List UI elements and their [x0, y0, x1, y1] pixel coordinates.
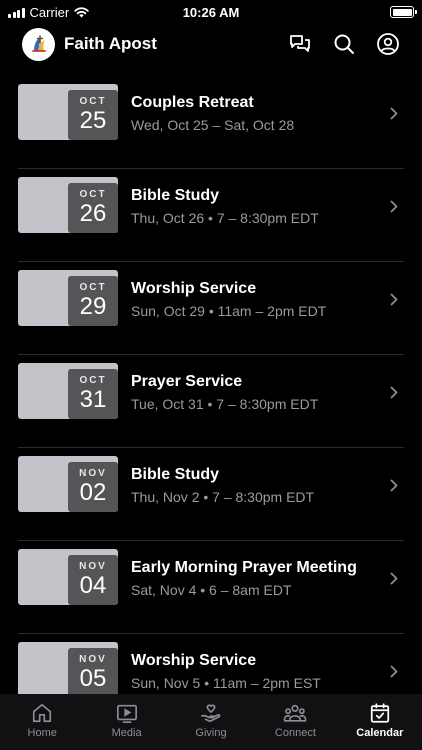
home-icon — [33, 703, 52, 723]
messages-icon[interactable] — [288, 32, 312, 56]
event-day: 31 — [79, 386, 107, 413]
logo-emblem-icon — [26, 32, 51, 56]
status-bar: Carrier 10:26 AM — [0, 0, 422, 24]
event-subtitle: Thu, Oct 26 • 7 – 8:30pm EDT — [131, 210, 319, 226]
event-title: Couples Retreat — [131, 94, 254, 111]
event-title: Early Morning Prayer Meeting — [131, 559, 357, 576]
tab-label-giving: Giving — [195, 727, 227, 739]
date-badge: OCT 29 — [68, 276, 118, 326]
chevron-right-icon — [390, 665, 398, 678]
tab-label-calendar: Calendar — [356, 727, 404, 739]
tab-calendar[interactable]: Calendar — [338, 694, 422, 750]
chevron-right-icon — [390, 107, 398, 120]
play-icon — [116, 704, 137, 723]
tab-label-media: Media — [111, 727, 142, 739]
event-day: 02 — [79, 479, 107, 506]
chevron-right-icon — [390, 572, 398, 585]
event-day: 26 — [79, 200, 107, 227]
event-text: Prayer Service Tue, Oct 31 • 7 – 8:30pm … — [131, 372, 382, 413]
tab-bar: Home Media Giving Connect Calendar — [0, 694, 422, 750]
wifi-icon — [74, 6, 89, 17]
event-row[interactable]: OCT 29 Worship Service Sun, Oct 29 • 11a… — [0, 262, 422, 355]
event-title: Worship Service — [131, 280, 257, 297]
status-left: Carrier — [8, 5, 89, 20]
tab-connect[interactable]: Connect — [253, 694, 337, 750]
chevron-right-icon — [390, 200, 398, 213]
event-text: Bible Study Thu, Nov 2 • 7 – 8:30pm EDT — [131, 465, 382, 506]
app-title: Faith Apost — [64, 34, 157, 53]
event-subtitle: Thu, Nov 2 • 7 – 8:30pm EDT — [131, 489, 315, 505]
giving-hand-icon — [201, 704, 221, 723]
event-subtitle: Sun, Oct 29 • 11am – 2pm EDT — [131, 303, 327, 319]
tab-giving[interactable]: Giving — [169, 694, 253, 750]
chevron-right-icon — [390, 386, 398, 399]
date-badge: NOV 05 — [68, 648, 118, 698]
tab-media[interactable]: Media — [84, 694, 168, 750]
tab-home[interactable]: Home — [0, 694, 84, 750]
date-badge: OCT 26 — [68, 183, 118, 233]
signal-icon — [8, 7, 25, 18]
event-row[interactable]: OCT 25 Couples Retreat Wed, Oct 25 – Sat… — [0, 76, 422, 169]
app-header: Faith Apost — [0, 24, 422, 64]
tab-label-home: Home — [27, 727, 57, 739]
people-icon — [284, 704, 307, 722]
date-badge: NOV 02 — [68, 462, 118, 512]
profile-icon[interactable] — [376, 32, 400, 56]
event-row[interactable]: NOV 04 Early Morning Prayer Meeting Sat,… — [0, 541, 422, 634]
date-badge: NOV 04 — [68, 555, 118, 605]
event-text: Worship Service Sun, Oct 29 • 11am – 2pm… — [131, 279, 382, 320]
event-text: Couples Retreat Wed, Oct 25 – Sat, Oct 2… — [131, 93, 382, 134]
calendar-icon — [370, 703, 389, 723]
chevron-right-icon — [390, 293, 398, 306]
event-title: Prayer Service — [131, 373, 243, 390]
event-text: Worship Service Sun, Nov 5 • 11am – 2pm … — [131, 651, 382, 692]
date-badge: OCT 25 — [68, 90, 118, 140]
header-actions — [288, 32, 400, 56]
church-logo[interactable] — [22, 27, 55, 61]
event-row[interactable]: NOV 02 Bible Study Thu, Nov 2 • 7 – 8:30… — [0, 448, 422, 541]
event-title: Worship Service — [131, 652, 257, 669]
event-day: 29 — [79, 293, 107, 320]
app-screen: Carrier 10:26 AM Faith Apost OCT 25 Coup… — [0, 0, 422, 750]
search-icon[interactable] — [332, 32, 356, 56]
carrier-label: Carrier — [29, 4, 70, 20]
date-badge: OCT 31 — [68, 369, 118, 419]
event-title: Bible Study — [131, 466, 220, 483]
event-text: Early Morning Prayer Meeting Sat, Nov 4 … — [131, 558, 382, 599]
event-text: Bible Study Thu, Oct 26 • 7 – 8:30pm EDT — [131, 186, 382, 227]
event-list: OCT 25 Couples Retreat Wed, Oct 25 – Sat… — [0, 76, 422, 727]
event-subtitle: Tue, Oct 31 • 7 – 8:30pm EDT — [131, 396, 319, 412]
event-day: 04 — [79, 572, 107, 599]
event-subtitle: Sun, Nov 5 • 11am – 2pm EST — [131, 675, 321, 691]
event-row[interactable]: OCT 26 Bible Study Thu, Oct 26 • 7 – 8:3… — [0, 169, 422, 262]
chevron-right-icon — [390, 479, 398, 492]
battery-icon — [390, 6, 417, 18]
event-row[interactable]: OCT 31 Prayer Service Tue, Oct 31 • 7 – … — [0, 355, 422, 448]
event-subtitle: Sat, Nov 4 • 6 – 8am EDT — [131, 582, 292, 598]
tab-label-connect: Connect — [274, 727, 316, 739]
event-subtitle: Wed, Oct 25 – Sat, Oct 28 — [131, 117, 295, 133]
event-day: 05 — [79, 665, 107, 692]
event-day: 25 — [79, 107, 107, 134]
event-title: Bible Study — [131, 187, 220, 204]
